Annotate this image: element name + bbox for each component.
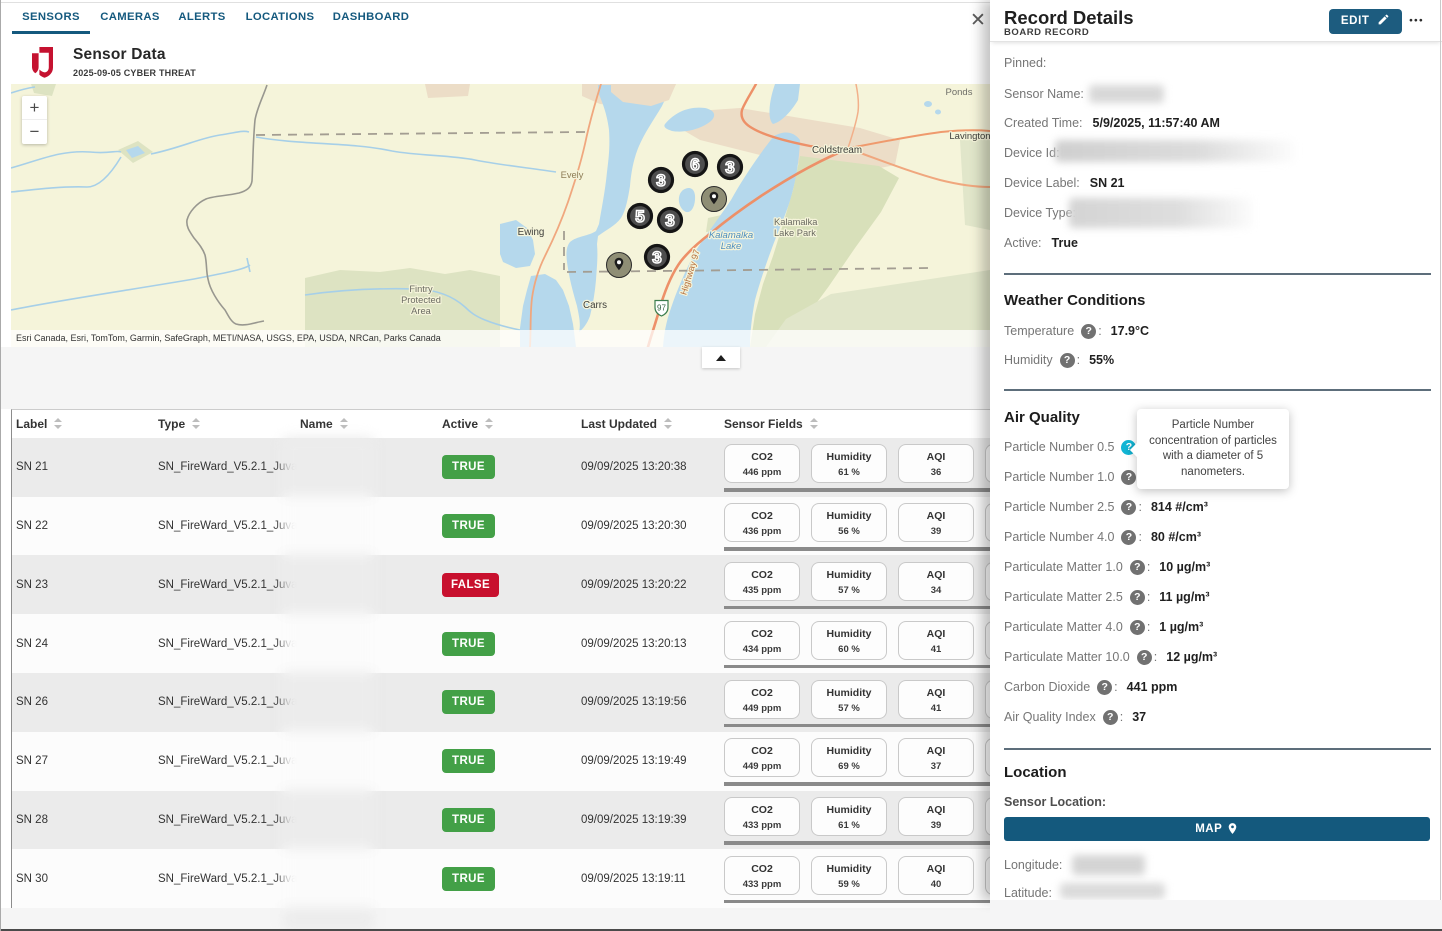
svg-text:3: 3 [652, 248, 661, 267]
svg-text:Ponds: Ponds [946, 87, 973, 98]
svg-text:Evely: Evely [561, 170, 584, 180]
svg-text:Protected: Protected [401, 295, 441, 305]
svg-text:3: 3 [656, 171, 665, 190]
svg-text:Area: Area [411, 306, 431, 316]
svg-text:Fintry: Fintry [409, 284, 433, 294]
svg-text:5: 5 [635, 207, 644, 226]
svg-text:Carrs: Carrs [583, 300, 607, 311]
svg-text:Lake: Lake [721, 241, 742, 252]
svg-text:97: 97 [657, 304, 666, 313]
svg-text:6: 6 [690, 155, 699, 174]
svg-text:3: 3 [725, 158, 734, 177]
svg-text:Kalamalka: Kalamalka [774, 217, 818, 227]
svg-text:Coldstream: Coldstream [812, 145, 862, 156]
svg-text:Lavington: Lavington [949, 131, 990, 142]
svg-text:Ewing: Ewing [518, 227, 545, 238]
svg-text:Kalamalka: Kalamalka [709, 230, 753, 241]
svg-text:3: 3 [665, 211, 674, 230]
svg-text:Lake Park: Lake Park [774, 228, 816, 238]
